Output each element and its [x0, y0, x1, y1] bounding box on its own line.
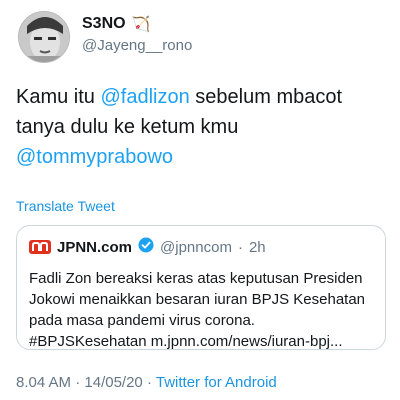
avatar-image: [19, 12, 69, 62]
quoted-tweet-text: Fadli Zon bereaksi keras atas keputusan …: [29, 270, 366, 350]
verified-badge-icon: [138, 237, 154, 257]
meta-separator-2: ·: [146, 374, 152, 391]
author-info: S3NO 🏹 @Jayeng__rono: [82, 15, 192, 54]
author-display-name[interactable]: S3NO 🏹: [82, 15, 192, 33]
quoted-tweet-header: JPNN.com @jpnncom · 2h: [29, 236, 373, 258]
quoted-author-name: JPNN.com: [57, 238, 133, 256]
jpnn-logo-icon: [32, 242, 48, 251]
tweet-time: 8.04 AM: [16, 374, 72, 391]
tweet-body: Kamu itu @fadlizon sebelum mbacot tanya …: [16, 82, 388, 172]
tweet-source-link[interactable]: Twitter for Android: [156, 374, 277, 391]
meta-separator-1: ·: [75, 374, 81, 391]
mention-tommyprabowo[interactable]: @tommyprabowo: [16, 146, 173, 168]
tweet-header: S3NO 🏹 @Jayeng__rono: [12, 9, 388, 65]
author-name-text: S3NO: [82, 15, 126, 32]
jpnn-logo: [29, 240, 51, 254]
tweet-text-part-1: Kamu itu: [16, 86, 101, 108]
translate-tweet-link[interactable]: Translate Tweet: [16, 198, 115, 214]
author-handle[interactable]: @Jayeng__rono: [82, 37, 192, 54]
tweet-date: 14/05/20: [84, 374, 143, 391]
quoted-author-handle: @jpnncom: [160, 238, 232, 256]
mention-fadlizon[interactable]: @fadlizon: [100, 86, 189, 108]
tweet-metadata: 8.04 AM · 14/05/20 · Twitter for Android: [16, 374, 277, 391]
quoted-separator: ·: [237, 238, 243, 256]
quoted-time: 2h: [248, 238, 266, 256]
bow-arrow-icon: 🏹: [131, 16, 151, 33]
author-avatar[interactable]: [18, 11, 70, 63]
quoted-tweet-card[interactable]: JPNN.com @jpnncom · 2h Fadli Zon bereaks…: [16, 225, 386, 350]
